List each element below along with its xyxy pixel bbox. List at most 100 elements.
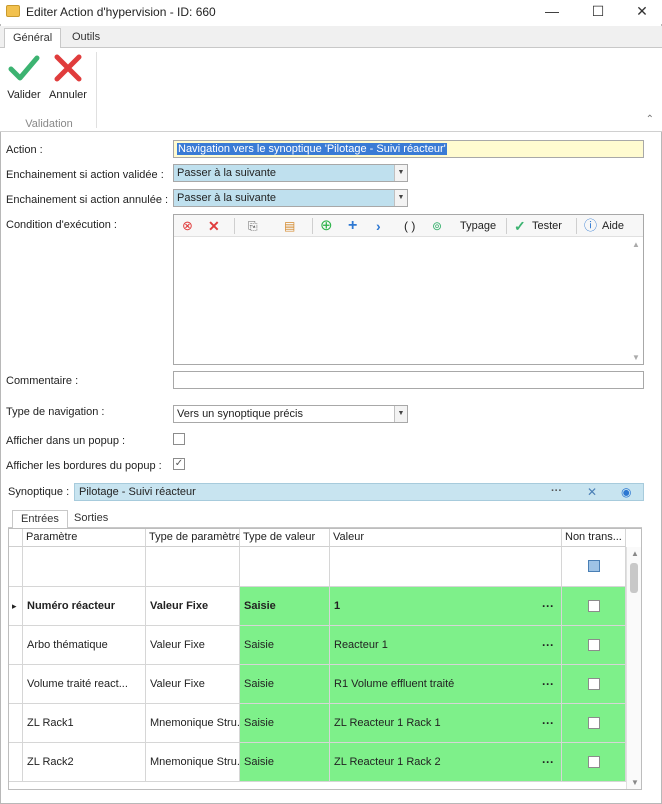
chevron-right-icon[interactable]: › — [376, 218, 381, 234]
row-indicator[interactable]: ▸ — [9, 587, 23, 626]
cell-type-parametre[interactable]: Valeur Fixe — [146, 587, 240, 626]
tab-outils[interactable]: Outils — [64, 28, 108, 49]
add-circle-icon[interactable]: ⊕ — [320, 218, 333, 234]
cell-valeur[interactable]: 1 ··· — [330, 587, 562, 626]
filter-checkbox[interactable] — [588, 560, 600, 572]
column-header-parametre[interactable]: Paramètre — [23, 529, 146, 547]
valider-button[interactable]: Valider — [4, 52, 44, 101]
column-header-valeur[interactable]: Valeur — [330, 529, 562, 547]
typage-icon[interactable]: ⊚ — [432, 218, 442, 234]
cell-non-transmis[interactable] — [562, 665, 626, 704]
cell-non-transmis[interactable] — [562, 587, 626, 626]
non-transmis-checkbox[interactable] — [588, 639, 600, 651]
annuler-button[interactable]: Annuler — [48, 52, 88, 101]
minimize-button[interactable]: — — [530, 0, 574, 24]
non-transmis-checkbox[interactable] — [588, 717, 600, 729]
chevron-down-icon[interactable]: ▼ — [394, 165, 407, 181]
filter-cell-parametre[interactable] — [23, 547, 146, 587]
chevron-down-icon[interactable]: ▼ — [394, 406, 407, 422]
cell-parametre[interactable]: Arbo thématique — [23, 626, 146, 665]
cell-more-button[interactable]: ··· — [542, 626, 554, 664]
delete-icon[interactable]: ✕ — [208, 218, 220, 234]
ribbon-group-separator — [96, 52, 97, 128]
cell-type-parametre[interactable]: Valeur Fixe — [146, 626, 240, 665]
row-indicator[interactable] — [9, 704, 23, 743]
chevron-down-icon[interactable]: ▼ — [394, 190, 407, 206]
cell-type-valeur[interactable]: Saisie — [240, 665, 330, 704]
help-icon[interactable]: ⓘ — [584, 218, 597, 234]
paste-icon[interactable]: ▤ — [284, 218, 295, 234]
scroll-up-icon[interactable]: ▲ — [631, 549, 639, 558]
cell-valeur[interactable]: ZL Reacteur 1 Rack 2 ··· — [330, 743, 562, 782]
type-navigation-select[interactable]: Vers un synoptique précis ▼ — [173, 405, 408, 423]
plus-icon[interactable]: + — [348, 218, 357, 234]
parentheses-icon[interactable]: ( ) — [404, 218, 415, 234]
cell-type-valeur[interactable]: Saisie — [240, 587, 330, 626]
cell-parametre[interactable]: Numéro réacteur — [23, 587, 146, 626]
popup-checkbox[interactable] — [173, 433, 185, 445]
synoptique-more-button[interactable]: ··· — [551, 485, 562, 497]
row-indicator[interactable] — [9, 743, 23, 782]
synoptique-go-icon[interactable]: ◉ — [621, 485, 631, 499]
cell-type-parametre[interactable]: Valeur Fixe — [146, 665, 240, 704]
column-header-type-parametre[interactable]: Type de paramètre — [146, 529, 240, 547]
clear-icon[interactable]: ⊗ — [182, 218, 193, 234]
maximize-button[interactable]: ☐ — [576, 0, 620, 24]
tester-icon[interactable]: ✓ — [514, 218, 526, 234]
cell-valeur[interactable]: Reacteur 1 ··· — [330, 626, 562, 665]
non-transmis-checkbox[interactable] — [588, 600, 600, 612]
synoptique-field[interactable]: Pilotage - Suivi réacteur ··· ✕ ◉ — [74, 483, 644, 501]
toolbar-separator — [234, 218, 235, 234]
filter-cell-type-valeur[interactable] — [240, 547, 330, 587]
cell-parametre[interactable]: Volume traité react... — [23, 665, 146, 704]
cell-type-valeur[interactable]: Saisie — [240, 704, 330, 743]
grid-scrollbar[interactable]: ▲ ▼ — [626, 547, 641, 789]
filter-cell-valeur[interactable] — [330, 547, 562, 587]
cell-parametre[interactable]: ZL Rack2 — [23, 743, 146, 782]
cell-more-button[interactable]: ··· — [542, 704, 554, 742]
enchainement-annule-select[interactable]: Passer à la suivante ▼ — [173, 189, 408, 207]
condition-scrollbar[interactable]: ▲ ▼ — [629, 238, 643, 364]
filter-cell-non-transmis[interactable] — [562, 547, 626, 587]
cell-non-transmis[interactable] — [562, 626, 626, 665]
enchainement-valide-select[interactable]: Passer à la suivante ▼ — [173, 164, 408, 182]
copy-icon[interactable]: ⎘ — [248, 218, 258, 234]
filter-cell-type-parametre[interactable] — [146, 547, 240, 587]
row-indicator[interactable] — [9, 665, 23, 704]
scroll-down-icon[interactable]: ▼ — [632, 353, 640, 362]
cell-valeur[interactable]: R1 Volume effluent traité ··· — [330, 665, 562, 704]
cell-type-valeur[interactable]: Saisie — [240, 743, 330, 782]
enchainement-valide-label: Enchainement si action validée : — [6, 169, 164, 181]
non-transmis-checkbox[interactable] — [588, 756, 600, 768]
subtab-entrees[interactable]: Entrées — [12, 510, 68, 529]
condition-editor[interactable]: ⊗ ✕ ⎘ ▤ ⊕ + › ( ) ⊚ Typage ✓ Tester ⓘ Ai… — [173, 214, 644, 365]
typage-button[interactable]: Typage — [460, 218, 496, 234]
collapse-ribbon-icon[interactable]: ⌃ — [646, 114, 654, 125]
synoptique-clear-button[interactable]: ✕ — [587, 485, 597, 499]
cell-more-button[interactable]: ··· — [542, 743, 554, 781]
non-transmis-checkbox[interactable] — [588, 678, 600, 690]
cell-more-button[interactable]: ··· — [542, 665, 554, 703]
column-header-type-valeur[interactable]: Type de valeur — [240, 529, 330, 547]
cell-type-valeur[interactable]: Saisie — [240, 626, 330, 665]
scroll-down-icon[interactable]: ▼ — [631, 778, 639, 787]
cell-type-parametre[interactable]: Mnemonique Stru... — [146, 743, 240, 782]
cell-more-button[interactable]: ··· — [542, 587, 554, 625]
cell-type-parametre-text: Valeur Fixe — [150, 639, 205, 651]
scroll-up-icon[interactable]: ▲ — [632, 240, 640, 249]
tester-button[interactable]: Tester — [532, 218, 562, 234]
bordures-checkbox[interactable]: ✓ — [173, 458, 185, 470]
cell-non-transmis[interactable] — [562, 743, 626, 782]
cell-type-parametre[interactable]: Mnemonique Stru... — [146, 704, 240, 743]
tab-general[interactable]: Général — [4, 28, 62, 49]
row-indicator[interactable] — [9, 626, 23, 665]
grid-scroll-thumb[interactable] — [630, 563, 638, 593]
cell-non-transmis[interactable] — [562, 704, 626, 743]
action-input[interactable]: Navigation vers le synoptique 'Pilotage … — [173, 140, 644, 158]
commentaire-input[interactable] — [173, 371, 644, 389]
column-header-non-transmis[interactable]: Non trans... — [562, 529, 626, 547]
cell-valeur[interactable]: ZL Reacteur 1 Rack 1 ··· — [330, 704, 562, 743]
cell-parametre[interactable]: ZL Rack1 — [23, 704, 146, 743]
close-button[interactable]: ✕ — [620, 0, 662, 24]
aide-button[interactable]: Aide — [602, 218, 624, 234]
